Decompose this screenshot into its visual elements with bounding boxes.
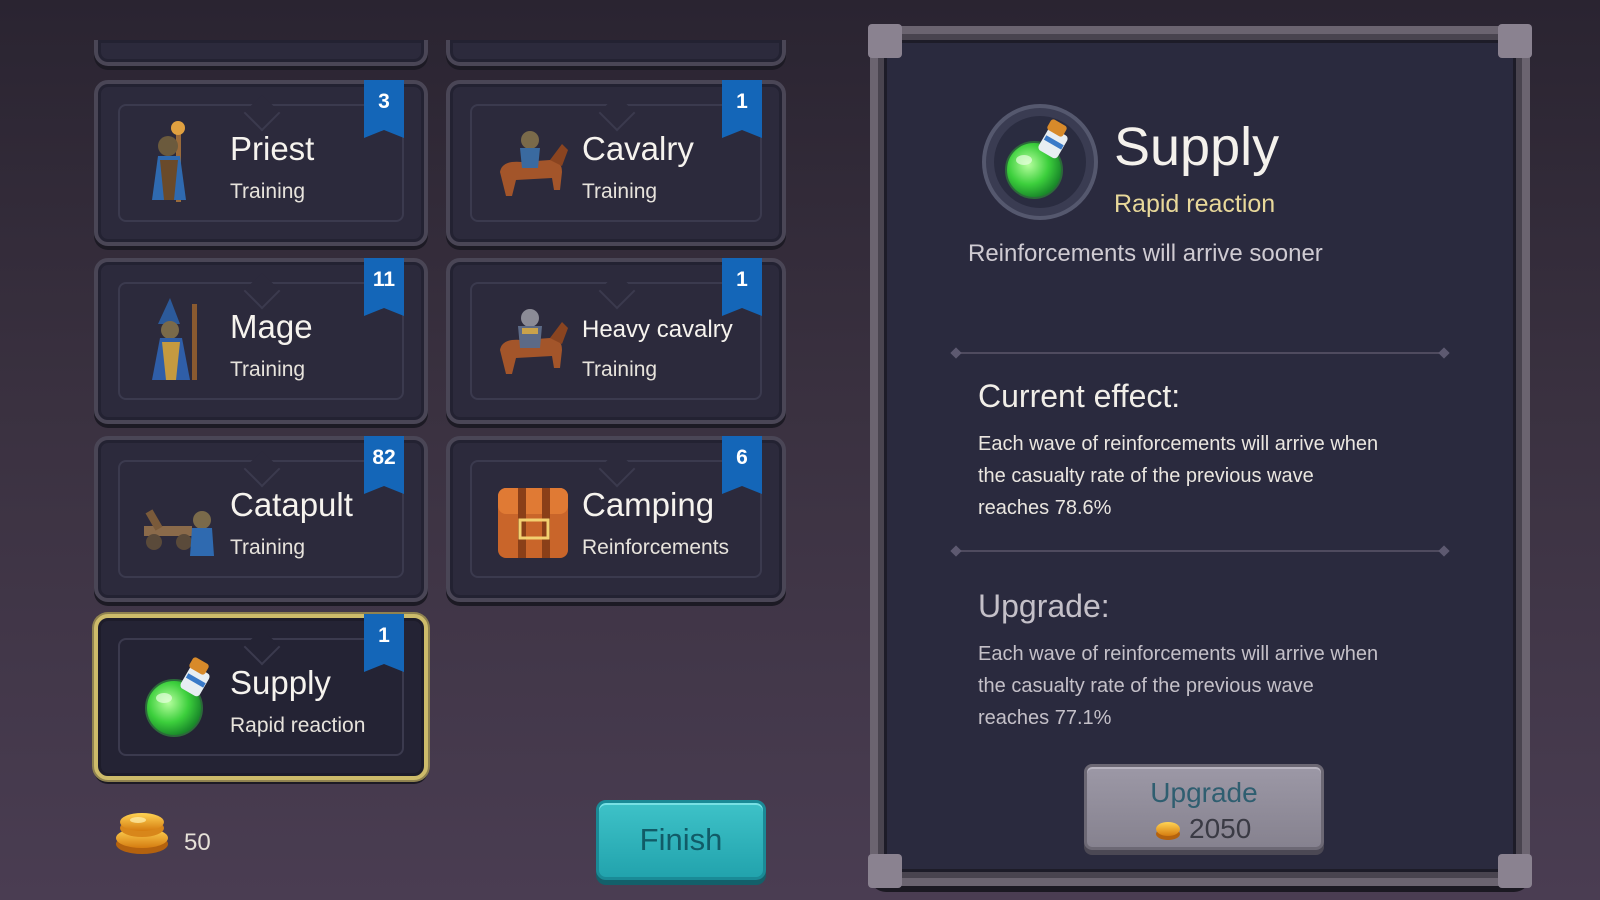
card-subtitle: Training [230, 180, 306, 203]
card-title: Heavy cavalry [582, 316, 733, 343]
heavy-cavalry-icon [500, 309, 568, 374]
card-subtitle: Training [230, 358, 306, 381]
card-title: Catapult [230, 486, 353, 523]
detail-title: Supply [1114, 117, 1280, 177]
catapult-icon [144, 509, 214, 556]
card-title: Mage [230, 308, 313, 345]
upgrade-button[interactable]: Upgrade 2050 [1084, 764, 1324, 850]
detail-description: Reinforcements will arrive sooner [968, 240, 1323, 267]
upgrade-cost: 2050 [1189, 813, 1252, 844]
gold-coin-icon [116, 813, 168, 854]
card-subtitle: Rapid reaction [230, 714, 366, 737]
level-badge: 11 [364, 258, 404, 316]
level-badge: 82 [364, 436, 404, 494]
level-badge: 1 [722, 80, 762, 138]
divider [956, 550, 1444, 552]
card-subtitle: Training [582, 358, 658, 381]
card-title: Supply [230, 664, 331, 701]
card-camping[interactable]: 6 Camping Reinforcements [446, 436, 786, 602]
card-catapult[interactable]: 82 Catapult Training [94, 436, 428, 602]
backpack-icon [498, 488, 568, 558]
level-badge: 6 [722, 436, 762, 494]
detail-panel: Supply Rapid reaction Reinforcements wil… [868, 24, 1532, 888]
priest-icon [152, 121, 186, 202]
card-stub-left [94, 40, 428, 66]
current-effect-text: Each wave of reinforcements will arrive … [978, 433, 1379, 519]
card-cavalry[interactable]: 1 Cavalry Training [446, 80, 786, 246]
level-badge: 3 [364, 80, 404, 138]
upgrade-heading: Upgrade: [978, 588, 1110, 624]
finish-button[interactable]: Finish [596, 800, 766, 880]
coin-count: 50 [184, 829, 211, 856]
detail-subtitle: Rapid reaction [1114, 190, 1276, 218]
upgrade-button-label: Upgrade [1150, 777, 1258, 808]
card-priest[interactable]: 3 Priest Training [94, 80, 428, 246]
card-supply[interactable]: 1 Supply Rapid reaction [94, 614, 428, 780]
card-subtitle: Training [582, 180, 658, 203]
level-badge: 1 [364, 614, 404, 672]
level-badge: 1 [722, 258, 762, 316]
potion-icon [982, 104, 1098, 220]
mage-icon [152, 298, 197, 380]
card-stub-right [446, 40, 786, 66]
card-subtitle: Reinforcements [582, 536, 730, 559]
potion-icon [145, 657, 210, 737]
card-subtitle: Training [230, 536, 306, 559]
card-title: Cavalry [582, 130, 694, 167]
current-effect-heading: Current effect: [978, 378, 1181, 414]
upgrade-effect-text: Each wave of reinforcements will arrive … [978, 643, 1379, 729]
divider [956, 352, 1444, 354]
card-heavy-cavalry[interactable]: 1 Heavy cavalry Training [446, 258, 786, 424]
card-mage[interactable]: 11 Mage Training [94, 258, 428, 424]
card-title: Priest [230, 130, 315, 167]
cavalry-icon [500, 131, 568, 196]
gold-coin-icon [1156, 822, 1180, 840]
card-title: Camping [582, 486, 715, 523]
